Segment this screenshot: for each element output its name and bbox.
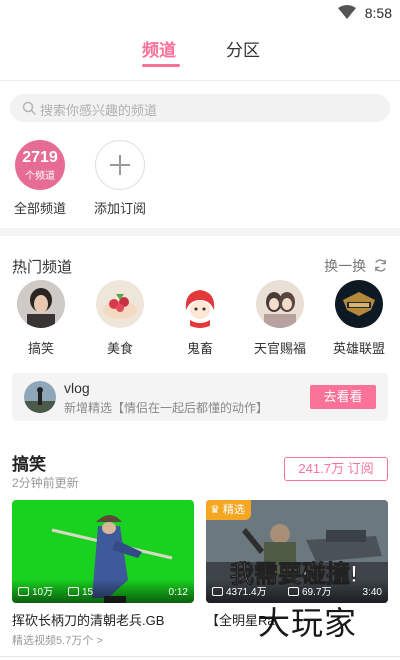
- video-title: 挥砍长柄刀的清朝老兵.GB: [12, 613, 165, 628]
- search-placeholder: 搜索你感兴趣的频道: [40, 103, 158, 118]
- video-duration: 0:12: [168, 587, 188, 598]
- active-tab-indicator: [142, 64, 180, 67]
- bottom-divider: [0, 656, 400, 657]
- all-channels-circle: 2719 个频道: [15, 140, 65, 190]
- hot-channel-label: 搞笑: [27, 341, 54, 356]
- wifi-icon: [338, 5, 356, 19]
- video-card[interactable]: 我需要碰撞! ♛ 精选 4371.4万 69.7万 3:40 【全明星Ra: [206, 500, 388, 628]
- header-divider: [0, 80, 400, 81]
- refresh-label: 换一换: [324, 258, 367, 274]
- kichiku-channel-avatar: [176, 280, 224, 328]
- video-card[interactable]: 10万 15 0:12 挥砍长柄刀的清朝老兵.GB 精选视频5.7万个 >: [12, 500, 194, 647]
- all-channels-label: 全部频道: [13, 201, 66, 216]
- top-tabs: 频道 分区: [0, 36, 400, 76]
- danmaku-icon: [68, 587, 79, 596]
- danmaku-count: 15: [68, 587, 93, 598]
- featured-badge: ♛ 精选: [206, 500, 251, 520]
- vlog-name: vlog: [64, 380, 90, 396]
- play-count: 4371.4万: [212, 583, 267, 598]
- hot-channel-label: 美食: [106, 341, 133, 356]
- hot-channel-label: 天官赐福: [253, 341, 306, 356]
- funny-channel-avatar: [17, 280, 65, 328]
- vlog-recommend-card[interactable]: vlog 新增精选【情侣在一起后都懂的动作】 去看看: [12, 373, 388, 421]
- section-updated-time: 2分钟前更新: [12, 476, 79, 490]
- play-icon: [212, 587, 223, 596]
- search-icon: [22, 101, 36, 115]
- vlog-description: 新增精选【情侣在一起后都懂的动作】: [64, 401, 269, 415]
- section-title: 搞笑: [12, 455, 46, 474]
- hot-channel-label: 英雄联盟: [332, 341, 385, 356]
- refresh-icon: [375, 259, 386, 272]
- go-watch-button[interactable]: 去看看: [310, 385, 376, 409]
- search-input[interactable]: 搜索你感兴趣的频道: [10, 94, 390, 122]
- play-count: 10万: [18, 583, 53, 598]
- danmaku-icon: [288, 587, 299, 596]
- danmaku-count-value: 69.7万: [302, 587, 332, 598]
- refresh-button[interactable]: 换一换: [324, 256, 388, 276]
- channel-count: 2719: [22, 149, 58, 166]
- tianguan-channel-avatar: [256, 280, 304, 328]
- watermark-text: 大玩家: [258, 604, 358, 642]
- play-count-value: 4371.4万: [226, 587, 267, 598]
- more-videos-link[interactable]: 精选视频5.7万个 >: [12, 632, 103, 648]
- tab-zone[interactable]: 分区: [226, 36, 260, 61]
- hot-channels-title: 热门频道: [12, 259, 73, 276]
- danmaku-count: 69.7万: [288, 583, 331, 598]
- tab-channel[interactable]: 频道: [142, 36, 176, 61]
- featured-badge-label: 精选: [222, 504, 245, 516]
- video-thumbnail: 我需要碰撞! ♛ 精选 4371.4万 69.7万 3:40: [206, 500, 388, 603]
- hot-channel-label: 鬼畜: [186, 341, 213, 356]
- plus-icon: [110, 155, 130, 175]
- crown-icon: ♛: [210, 504, 220, 516]
- lol-channel-avatar: [335, 280, 383, 328]
- play-icon: [18, 587, 29, 596]
- danmaku-count-value: 15: [82, 587, 94, 598]
- vlog-avatar: [24, 381, 56, 413]
- status-bar: 8:58: [0, 0, 400, 26]
- section-divider: [0, 228, 400, 236]
- play-count-value: 10万: [32, 587, 54, 598]
- channel-count-unit: 个频道: [25, 171, 55, 182]
- food-channel-avatar: [96, 280, 144, 328]
- add-subscription-circle: [95, 140, 145, 190]
- video-thumbnail: 10万 15 0:12: [12, 500, 194, 603]
- subscribe-button[interactable]: 241.7万 订阅: [284, 457, 388, 481]
- status-time: 8:58: [364, 5, 392, 21]
- add-subscription-label: 添加订阅: [93, 201, 146, 216]
- video-duration: 3:40: [362, 587, 382, 598]
